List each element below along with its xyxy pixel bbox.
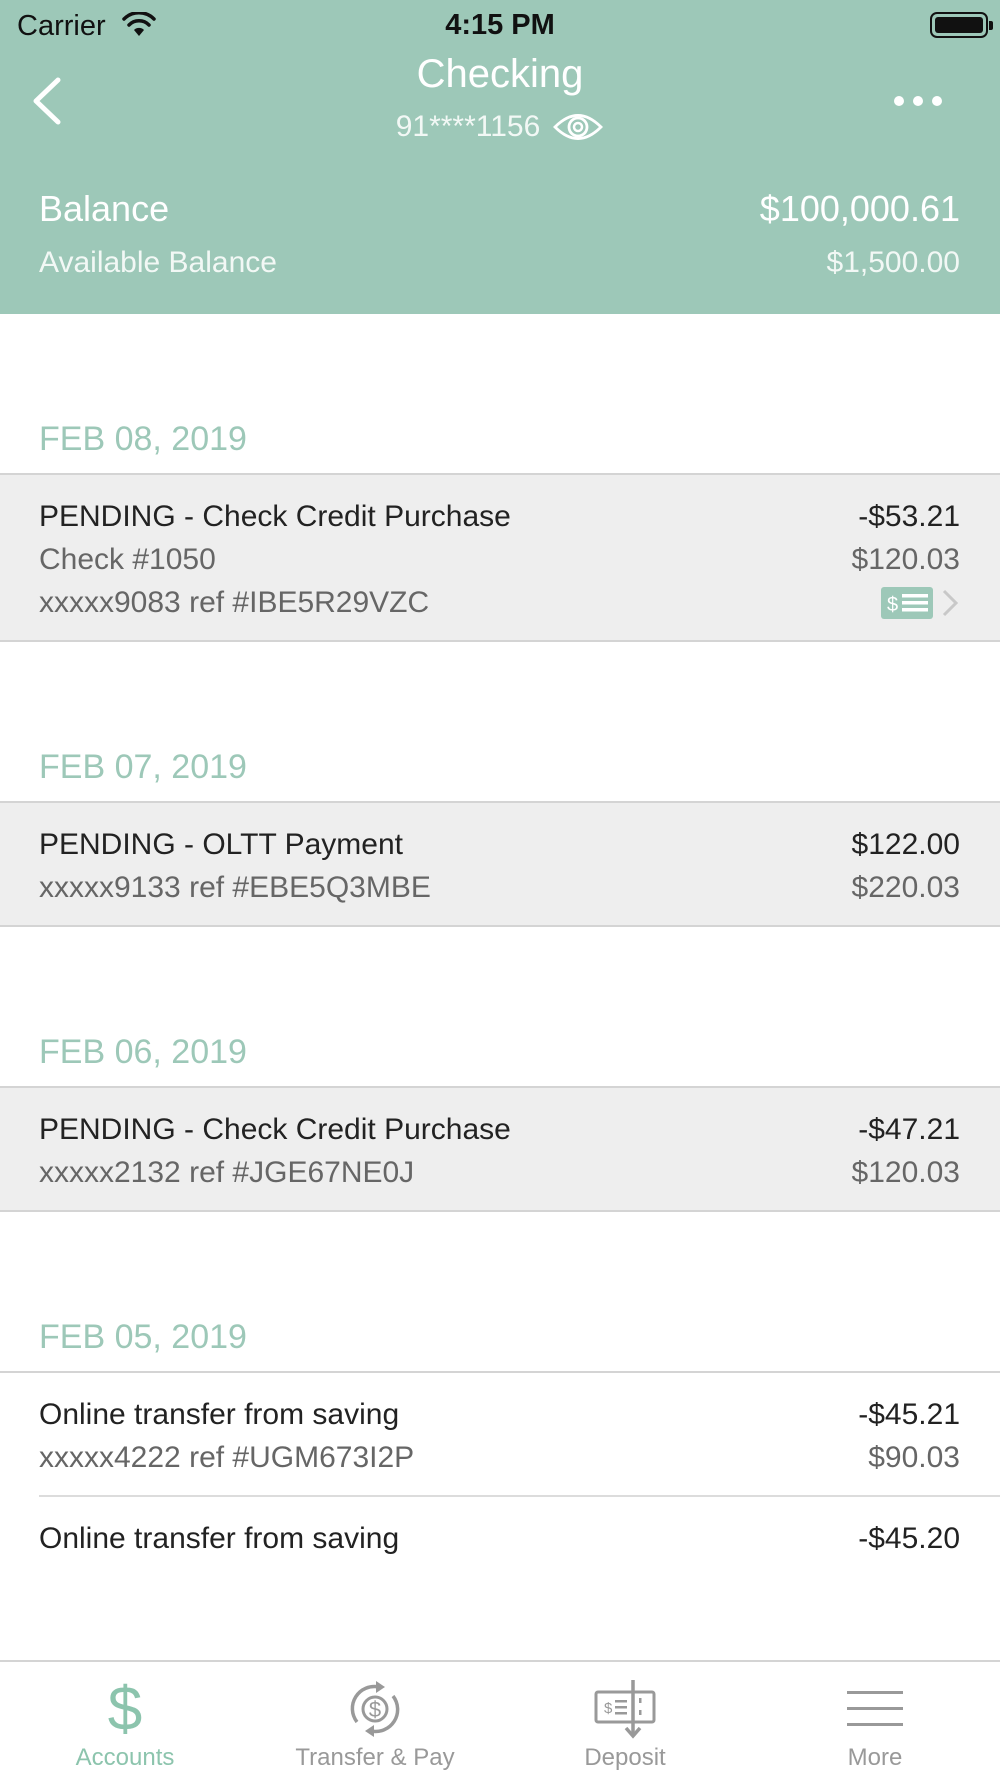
page-title: Checking (416, 52, 584, 96)
chevron-right-icon[interactable] (940, 588, 960, 618)
transaction-amount: -$47.21 (858, 1112, 960, 1146)
date-header: FEB 08, 2019 (39, 420, 247, 458)
transaction-row[interactable]: PENDING - OLTT Payment $122.00 xxxxx9133… (0, 823, 1000, 909)
transaction-title: Online transfer from saving (39, 1397, 400, 1431)
tab-deposit[interactable]: $ Deposit (500, 1662, 750, 1778)
transaction-group: Online transfer from saving -$45.21 xxxx… (0, 1371, 1000, 1560)
transaction-row[interactable]: PENDING - Check Credit Purchase -$47.21 … (0, 1108, 1000, 1194)
transfer-pay-icon: $ (350, 1681, 400, 1737)
check-image-icon[interactable]: $ (880, 586, 934, 620)
account-number: 91****1156 (395, 110, 541, 143)
balance-value: $100,000.61 (759, 188, 960, 229)
transaction-reference: xxxxx9133 ref #EBE5Q3MBE (39, 870, 431, 904)
svg-text:$: $ (108, 1678, 142, 1740)
transaction-reference: xxxxx9083 ref #IBE5R29VZC (39, 585, 430, 619)
transaction-amount: -$45.21 (858, 1397, 960, 1431)
svg-text:$: $ (369, 1697, 381, 1722)
transaction-group: PENDING - Check Credit Purchase -$53.21 … (0, 473, 1000, 642)
tab-bar: $ Accounts $ Transfer & Pay $ Deposit Mo… (0, 1660, 1000, 1778)
more-options-icon[interactable] (894, 96, 942, 106)
tab-label: Transfer & Pay (295, 1744, 455, 1771)
transaction-title: PENDING - Check Credit Purchase (39, 1112, 511, 1146)
status-time: 4:15 PM (445, 9, 555, 41)
transaction-amount: $122.00 (851, 827, 960, 861)
tab-label: More (847, 1744, 903, 1771)
transaction-check-number: Check #1050 (39, 542, 216, 576)
transaction-list: FEB 08, 2019 PENDING - Check Credit Purc… (0, 314, 1000, 1560)
transaction-amount: -$53.21 (858, 499, 960, 533)
status-bar: Carrier 4:15 PM (0, 0, 1000, 50)
transaction-row[interactable]: Online transfer from saving -$45.21 xxxx… (0, 1393, 1000, 1495)
tab-more[interactable]: More (750, 1662, 1000, 1778)
transaction-reference: xxxxx2132 ref #JGE67NE0J (39, 1155, 415, 1189)
tab-label: Deposit (584, 1744, 666, 1771)
dollar-icon: $ (108, 1678, 142, 1740)
available-balance-value: $1,500.00 (826, 246, 960, 279)
hamburger-menu-icon (847, 1691, 903, 1726)
deposit-check-icon: $ (594, 1680, 656, 1739)
tab-label: Accounts (75, 1744, 175, 1771)
running-balance: $220.03 (851, 870, 960, 904)
running-balance: $120.03 (851, 1155, 960, 1189)
balance-label: Balance (39, 188, 170, 229)
transaction-row[interactable]: Online transfer from saving -$45.20 (0, 1497, 1000, 1560)
tab-transfer-pay[interactable]: $ Transfer & Pay (250, 1662, 500, 1778)
running-balance: $90.03 (868, 1440, 960, 1474)
transaction-title: Online transfer from saving (39, 1521, 400, 1555)
available-balance-label: Available Balance (39, 246, 277, 279)
transaction-title: PENDING - Check Credit Purchase (39, 499, 511, 533)
date-header: FEB 07, 2019 (39, 748, 247, 786)
date-header: FEB 05, 2019 (39, 1318, 247, 1356)
transaction-group: PENDING - Check Credit Purchase -$47.21 … (0, 1086, 1000, 1212)
date-header: FEB 06, 2019 (39, 1033, 247, 1071)
transaction-reference: xxxxx4222 ref #UGM673I2P (39, 1440, 415, 1474)
transaction-amount: -$45.20 (858, 1521, 960, 1555)
account-header: Carrier 4:15 PM Checking 91****1156 Bala… (0, 0, 1000, 314)
svg-text:$: $ (604, 1700, 613, 1717)
transaction-row[interactable]: PENDING - Check Credit Purchase -$53.21 … (0, 495, 1000, 624)
account-number-row: 91****1156 (0, 110, 1000, 144)
battery-icon (930, 12, 993, 38)
svg-text:$: $ (887, 594, 898, 616)
running-balance: $120.03 (851, 542, 960, 576)
transaction-title: PENDING - OLTT Payment (39, 827, 403, 861)
tab-accounts[interactable]: $ Accounts (0, 1662, 250, 1778)
transaction-group: PENDING - OLTT Payment $122.00 xxxxx9133… (0, 801, 1000, 927)
eye-icon[interactable] (552, 110, 604, 144)
